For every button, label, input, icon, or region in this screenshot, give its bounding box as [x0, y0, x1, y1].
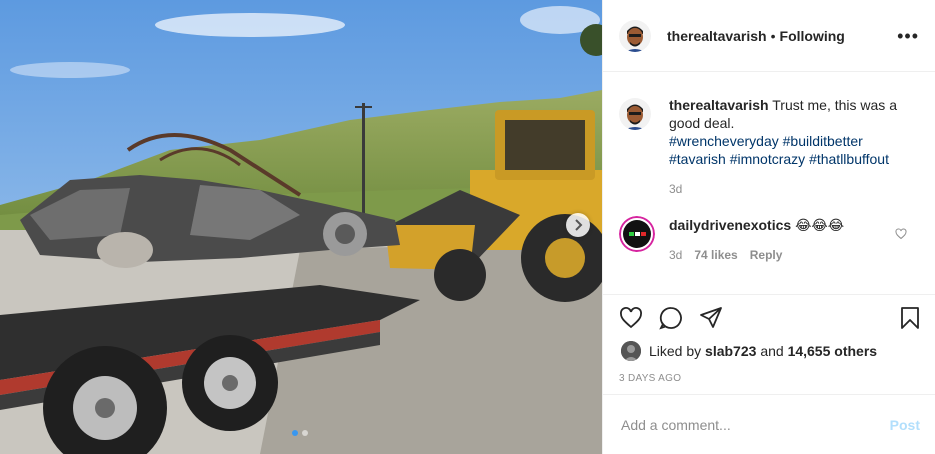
action-bar — [603, 294, 935, 344]
add-comment-bar: Post — [603, 394, 935, 454]
liker-avatar[interactable] — [621, 341, 641, 361]
comment-row: dailydrivenexotics 😂😂😂 3d 74 likes Reply — [619, 216, 897, 264]
post-side-panel: therealtavarish • Following ••• therealt… — [602, 0, 935, 454]
comment-likes[interactable]: 74 likes — [694, 246, 737, 264]
post-comment-button[interactable]: Post — [890, 417, 920, 433]
hashtag-link[interactable]: #imnotcrazy — [730, 151, 805, 167]
likes-count[interactable]: 14,655 others — [788, 343, 878, 359]
hashtag-link[interactable]: #tavarish — [669, 151, 726, 167]
carousel-next-button[interactable] — [566, 213, 590, 237]
likes-text: Liked by slab723 and 14,655 others — [649, 343, 877, 359]
comment-username[interactable]: dailydrivenexotics — [669, 217, 791, 233]
author-avatar[interactable] — [619, 19, 651, 52]
like-heart-icon[interactable] — [619, 306, 643, 330]
comment-meta: 3d 74 likes Reply — [669, 246, 897, 264]
liker-avatar-image — [621, 341, 641, 361]
dailydrivenexotics-logo-icon — [619, 216, 655, 252]
carousel-dot-active — [292, 430, 298, 436]
likes-conj: and — [760, 343, 784, 359]
comment-like-heart-icon[interactable] — [895, 228, 907, 240]
hashtag-link[interactable]: #wrencheveryday — [669, 133, 779, 149]
caption-body: therealtavarish Trust me, this was a goo… — [669, 96, 897, 198]
carousel-dot — [302, 430, 308, 436]
chevron-right-icon — [575, 219, 583, 231]
more-options-icon[interactable]: ••• — [897, 27, 919, 45]
author-username[interactable]: therealtavarish — [667, 28, 767, 44]
save-bookmark-icon[interactable] — [898, 306, 922, 330]
wrecked-car-on-trailer-image — [0, 0, 602, 454]
caption-row: therealtavarish Trust me, this was a goo… — [619, 96, 897, 198]
comment-bubble-icon[interactable] — [659, 306, 683, 330]
comment-body: dailydrivenexotics 😂😂😂 3d 74 likes Reply — [669, 216, 897, 264]
avatar-cartoon-face-icon — [619, 98, 651, 130]
likes-summary: Liked by slab723 and 14,655 others — [621, 341, 877, 361]
caption-avatar[interactable] — [619, 98, 651, 130]
share-paper-plane-icon[interactable] — [699, 306, 723, 330]
post-header: therealtavarish • Following ••• — [603, 0, 935, 72]
following-button[interactable]: Following — [780, 28, 845, 44]
post-date[interactable]: 3 DAYS AGO — [619, 373, 681, 384]
likes-prefix: Liked by — [649, 343, 702, 359]
caption-age[interactable]: 3d — [669, 180, 682, 198]
commenter-avatar[interactable] — [619, 216, 655, 252]
add-comment-input[interactable] — [619, 415, 890, 434]
caption-username[interactable]: therealtavarish — [669, 97, 769, 113]
hashtag-link[interactable]: #thatllbuffout — [809, 151, 889, 167]
comment-age[interactable]: 3d — [669, 246, 682, 264]
instagram-post: therealtavarish • Following ••• therealt… — [0, 0, 935, 454]
header-separator: • — [770, 27, 776, 44]
caption-meta: 3d — [669, 180, 897, 198]
comments-section: therealtavarish Trust me, this was a goo… — [603, 72, 935, 294]
liker-username[interactable]: slab723 — [705, 343, 756, 359]
reply-button[interactable]: Reply — [750, 246, 783, 264]
avatar-cartoon-face-icon — [619, 19, 651, 52]
hashtag-link[interactable]: #builditbetter — [783, 133, 863, 149]
post-photo[interactable] — [0, 0, 602, 454]
comment-text: 😂😂😂 — [795, 217, 845, 233]
carousel-dots — [292, 430, 308, 436]
